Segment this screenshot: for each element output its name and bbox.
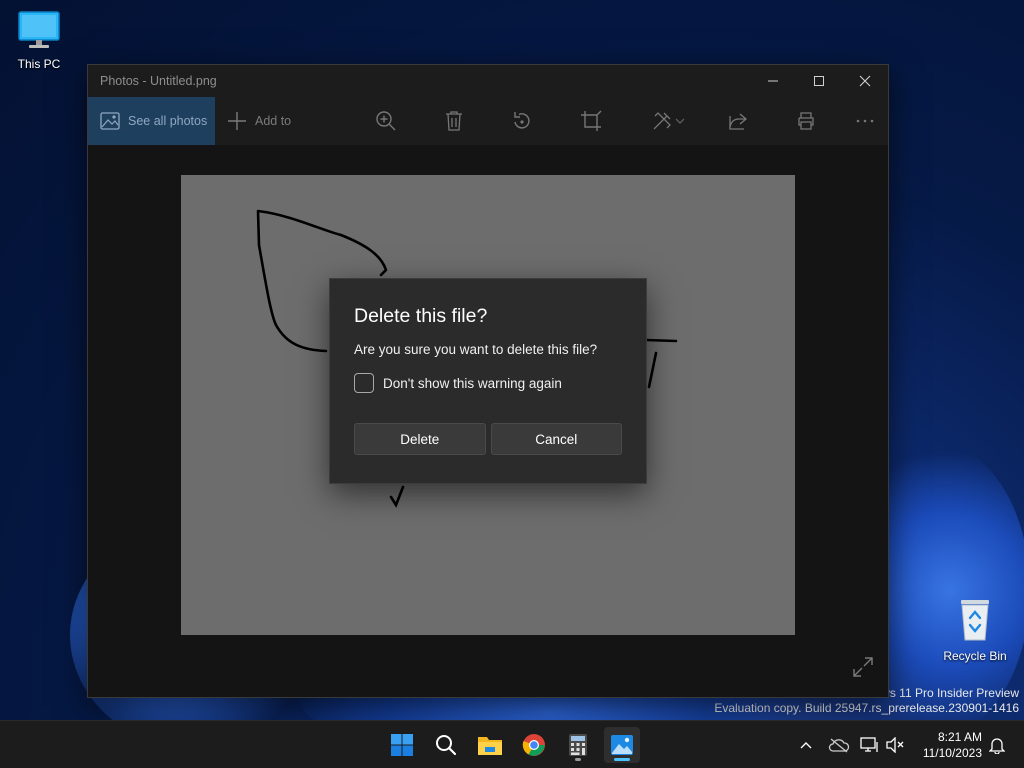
edit-button[interactable] — [650, 109, 674, 133]
photos-toolbar: See all photos Add to — [88, 97, 888, 145]
running-indicator — [575, 758, 581, 761]
zoom-in-icon — [376, 111, 396, 131]
recycle-bin-icon — [940, 598, 1010, 645]
start-icon — [391, 734, 413, 756]
print-icon — [798, 112, 814, 130]
search-icon — [436, 735, 457, 756]
volume-muted-icon — [886, 737, 904, 753]
gallery-icon — [100, 112, 120, 130]
dont-show-warning-option[interactable]: Don't show this warning again — [354, 373, 622, 393]
delete-button[interactable]: Delete — [354, 423, 486, 455]
clock-date: 11/10/2023 — [922, 746, 982, 760]
active-indicator — [614, 758, 630, 761]
delete-icon — [446, 111, 462, 131]
watermark-line: Evaluation copy. Build 25947.rs_prerelea… — [714, 701, 1019, 715]
calculator-button[interactable] — [560, 727, 596, 763]
expand-icon — [853, 657, 873, 677]
clock-time: 8:21 AM — [937, 730, 982, 744]
more-options-button[interactable] — [853, 109, 877, 133]
desktop-icon-label: Recycle Bin — [943, 649, 1007, 663]
file-explorer-button[interactable] — [472, 727, 508, 763]
share-button[interactable] — [726, 109, 750, 133]
zoom-in-button[interactable] — [374, 109, 398, 133]
chevron-down-icon — [675, 118, 685, 124]
network-tray-button[interactable] — [858, 721, 882, 768]
desktop-icon-label: This PC — [17, 57, 61, 71]
dialog-message: Are you sure you want to delete this fil… — [354, 342, 598, 357]
crop-icon — [581, 110, 602, 131]
notifications-button[interactable] — [986, 721, 1008, 768]
add-to-label: Add to — [255, 114, 292, 128]
window-title: Photos - Untitled.png — [100, 74, 217, 88]
monitor-icon — [4, 10, 74, 53]
chrome-icon — [522, 734, 545, 756]
delete-button[interactable] — [442, 109, 466, 133]
desktop-icon-this-pc[interactable]: This PC — [4, 10, 74, 71]
see-all-photos-button[interactable]: See all photos — [88, 97, 215, 145]
photos-icon — [611, 735, 633, 755]
edit-icon — [653, 112, 671, 130]
rotate-button[interactable] — [510, 109, 534, 133]
print-button[interactable] — [794, 109, 818, 133]
chevron-up-icon — [800, 742, 812, 749]
crop-button[interactable] — [579, 109, 603, 133]
close-icon — [859, 75, 871, 87]
photos-button[interactable] — [604, 727, 640, 763]
chrome-button[interactable] — [516, 727, 552, 763]
maximize-button[interactable] — [796, 65, 842, 97]
plus-icon — [228, 112, 246, 130]
desktop-icon-recycle-bin[interactable]: Recycle Bin — [940, 598, 1010, 663]
title-bar[interactable]: Photos - Untitled.png — [88, 65, 888, 97]
more-icon — [856, 119, 874, 123]
network-icon — [860, 737, 878, 752]
share-icon — [729, 113, 748, 130]
bell-icon — [989, 738, 1005, 754]
cloud-offline-icon — [828, 738, 850, 753]
rotate-icon — [514, 112, 530, 129]
volume-tray-button[interactable] — [884, 721, 906, 768]
onedrive-tray-button[interactable] — [826, 721, 852, 768]
close-button[interactable] — [842, 65, 888, 97]
cancel-button[interactable]: Cancel — [490, 423, 622, 455]
show-hidden-icons-button[interactable] — [796, 721, 816, 768]
system-clock[interactable]: 8:21 AM 11/10/2023 — [912, 729, 982, 761]
add-to-button[interactable]: Add to — [215, 111, 291, 131]
start-button[interactable] — [384, 727, 420, 763]
file-explorer-icon — [478, 737, 502, 755]
minimize-button[interactable] — [750, 65, 796, 97]
maximize-icon — [814, 76, 824, 86]
edit-dropdown-button[interactable] — [674, 109, 686, 133]
calculator-icon — [569, 734, 587, 756]
dont-show-warning-checkbox[interactable] — [354, 373, 374, 393]
minimize-icon — [768, 80, 778, 82]
dialog-title: Delete this file? — [354, 305, 488, 327]
search-button[interactable] — [428, 727, 464, 763]
dont-show-warning-label: Don't show this warning again — [383, 375, 562, 391]
see-all-photos-label: See all photos — [128, 114, 208, 128]
delete-confirmation-dialog: Delete this file? Are you sure you want … — [329, 278, 647, 484]
full-screen-button[interactable] — [852, 656, 874, 683]
taskbar: 8:21 AM 11/10/2023 — [0, 720, 1024, 768]
